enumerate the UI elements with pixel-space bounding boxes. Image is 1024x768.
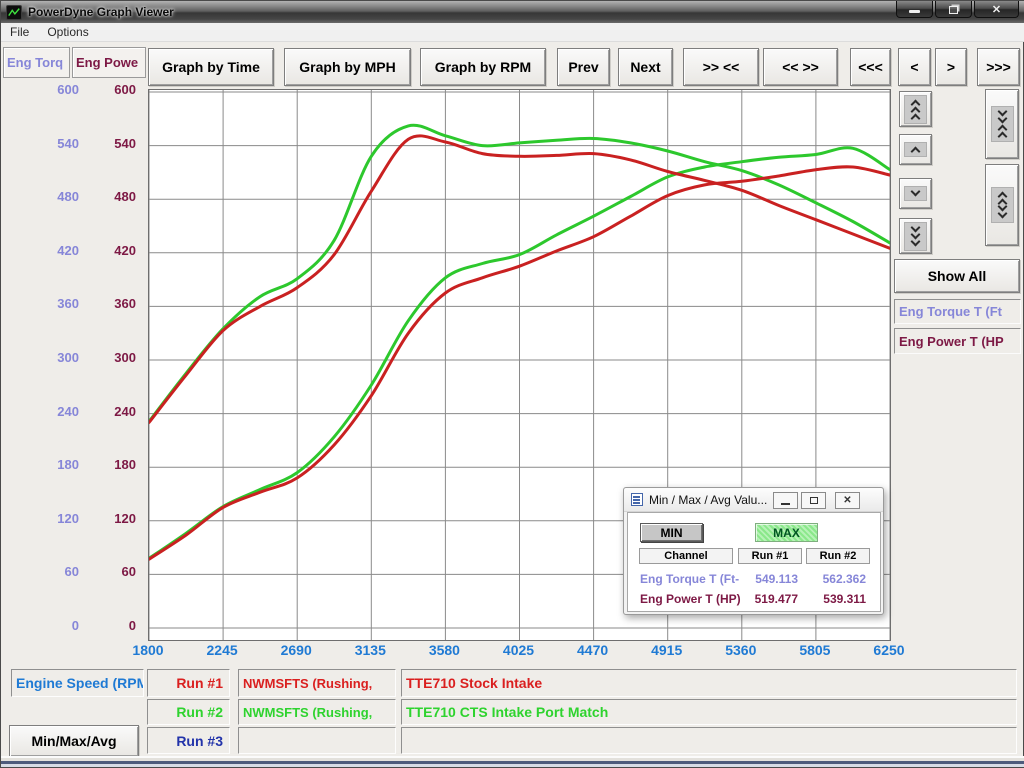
minmax-values-window: Min / Max / Avg Valu... ✕ MIN MAX Channe… (623, 487, 884, 615)
y-tick-label: 0 (31, 618, 79, 633)
scroll-left-button[interactable]: < (898, 48, 931, 86)
chevron-triple-down-icon (904, 222, 927, 251)
menu-bar: File Options (1, 23, 1024, 42)
run2-source-box[interactable]: NWMSFTS (Rushing, (238, 699, 396, 725)
minmax-window-title: Min / Max / Avg Valu... (649, 493, 767, 507)
next-button[interactable]: Next (618, 48, 673, 86)
rpm-tick-label: 2245 (197, 642, 247, 658)
graph-by-rpm-button[interactable]: Graph by RPM (420, 48, 546, 86)
y-tick-label: 360 (31, 296, 79, 311)
chevron-up-icon (904, 142, 927, 157)
y-tick-label: 120 (91, 511, 136, 526)
minmax-minimize-icon[interactable] (773, 492, 798, 509)
power-axis-tick-labels: 600540480420360300240180120600 (91, 1, 136, 661)
channel-column-header[interactable]: Channel (639, 548, 733, 564)
pan-up-fast-button[interactable] (899, 91, 932, 127)
run1-column-header[interactable]: Run #1 (738, 548, 802, 564)
y-tick-label: 420 (91, 243, 136, 258)
pan-down-fast-button[interactable] (899, 218, 932, 254)
y-tick-label: 180 (31, 457, 79, 472)
expand-vertical-icon (991, 187, 1014, 223)
rpm-tick-label: 1800 (123, 642, 173, 658)
y-tick-label: 540 (91, 136, 136, 151)
title-bar[interactable]: PowerDyne Graph Viewer ✕ (1, 1, 1024, 23)
y-tick-label: 480 (31, 189, 79, 204)
y-tick-label: 60 (91, 564, 136, 579)
run2-label-box[interactable]: Run #2 (147, 699, 230, 725)
compress-y-scale-button[interactable] (985, 89, 1019, 159)
run2-description-box[interactable]: TTE710 CTS Intake Port Match (401, 699, 1017, 725)
y-tick-label: 300 (91, 350, 136, 365)
y-tick-label: 360 (91, 296, 136, 311)
torque-run1-max-value: 549.113 (738, 572, 798, 586)
run1-description-box[interactable]: TTE710 Stock Intake (401, 669, 1017, 697)
graph-by-time-button[interactable]: Graph by Time (148, 48, 274, 86)
pan-up-button[interactable] (899, 134, 932, 165)
min-toggle-button[interactable]: MIN (640, 523, 703, 542)
torque-run2-max-value: 562.362 (806, 572, 866, 586)
pan-down-button[interactable] (899, 178, 932, 209)
zoom-out-x-button[interactable]: << >> (763, 48, 838, 86)
y-tick-label: 600 (91, 82, 136, 97)
max-toggle-button[interactable]: MAX (755, 523, 818, 542)
rpm-tick-label: 4915 (642, 642, 692, 658)
power-run1-max-value: 519.477 (738, 592, 798, 606)
rpm-tick-label: 3580 (419, 642, 469, 658)
run3-source-box[interactable] (238, 727, 396, 754)
scroll-right-fast-button[interactable]: >>> (977, 48, 1020, 86)
minmax-avg-button[interactable]: Min/Max/Avg (9, 725, 139, 757)
y-tick-label: 240 (91, 404, 136, 419)
y-tick-label: 60 (31, 564, 79, 579)
torque-channel-label: Eng Torque T (Ft- (640, 572, 750, 586)
chevron-down-icon (904, 186, 927, 201)
window-bottom-frame-edge (1, 764, 1024, 767)
y-tick-label: 300 (31, 350, 79, 365)
powerdyne-window: PowerDyne Graph Viewer ✕ File Options En… (0, 0, 1024, 768)
power-channel-label: Eng Power T (HP) (640, 592, 750, 606)
torque-axis-tick-labels: 600540480420360300240180120600 (31, 1, 79, 661)
y-tick-label: 0 (91, 618, 136, 633)
rpm-tick-label: 3135 (345, 642, 395, 658)
minmax-maximize-icon[interactable] (801, 492, 826, 509)
zoom-in-x-button[interactable]: >> << (683, 48, 759, 86)
prev-button[interactable]: Prev (557, 48, 610, 86)
compress-vertical-icon (991, 106, 1014, 142)
run1-label-box[interactable]: Run #1 (147, 669, 230, 697)
run1-source-box[interactable]: NWMSFTS (Rushing, (238, 669, 396, 697)
scroll-right-button[interactable]: > (935, 48, 967, 86)
torque-axis-channel-box[interactable]: Eng Torque T (Ft (894, 299, 1021, 324)
power-run2-max-value: 539.311 (806, 592, 866, 606)
minimize-icon[interactable] (896, 1, 933, 18)
rpm-tick-label: 5805 (790, 642, 840, 658)
close-icon[interactable]: ✕ (974, 1, 1019, 18)
power-axis-channel-box[interactable]: Eng Power T (HP (894, 328, 1021, 354)
rpm-tick-label: 4025 (494, 642, 544, 658)
scroll-left-fast-button[interactable]: <<< (850, 48, 891, 86)
rpm-tick-label: 4470 (568, 642, 618, 658)
run3-description-box[interactable] (401, 727, 1017, 754)
y-tick-label: 480 (91, 189, 136, 204)
show-all-button[interactable]: Show All (894, 259, 1020, 293)
expand-y-scale-button[interactable] (985, 164, 1019, 246)
rpm-tick-label: 6250 (864, 642, 914, 658)
y-tick-label: 540 (31, 136, 79, 151)
y-tick-label: 180 (91, 457, 136, 472)
y-tick-label: 120 (31, 511, 79, 526)
restore-icon[interactable] (935, 1, 972, 18)
run3-label-box[interactable]: Run #3 (147, 727, 230, 754)
y-tick-label: 600 (31, 82, 79, 97)
rpm-tick-label: 2690 (271, 642, 321, 658)
y-tick-label: 240 (31, 404, 79, 419)
rpm-tick-label: 5360 (716, 642, 766, 658)
app-icon (6, 5, 22, 20)
minmax-close-icon[interactable]: ✕ (835, 492, 860, 509)
run2-column-header[interactable]: Run #2 (806, 548, 870, 564)
chevron-triple-up-icon (904, 95, 927, 124)
x-axis-channel-box[interactable]: Engine Speed (RPM) (11, 669, 144, 697)
graph-by-mph-button[interactable]: Graph by MPH (284, 48, 411, 86)
y-tick-label: 420 (31, 243, 79, 258)
minmax-window-icon (631, 493, 643, 506)
